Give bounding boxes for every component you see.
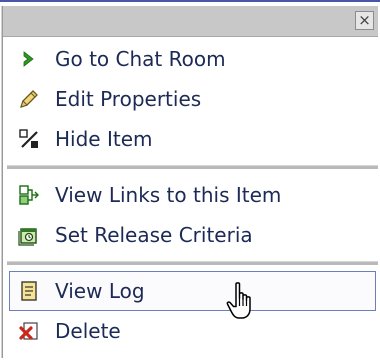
hide-icon [17, 127, 41, 151]
menu-item-hide-item[interactable]: Hide Item [3, 119, 378, 159]
menu-separator [7, 165, 378, 169]
chevron-right-icon [17, 47, 41, 71]
item-context-menu: × Go to Chat Room Edit Properties Hide I… [2, 6, 378, 358]
menu-item-go-to-chat-room[interactable]: Go to Chat Room [3, 39, 378, 79]
menu-item-delete[interactable]: Delete [3, 311, 378, 351]
menu-item-view-log[interactable]: View Log [9, 271, 376, 311]
menu-item-label: Go to Chat Room [55, 47, 226, 71]
menu-item-label: Delete [55, 319, 121, 343]
close-icon: × [358, 11, 371, 29]
links-icon [17, 183, 41, 207]
page-header-border [0, 0, 380, 2]
release-criteria-icon [17, 223, 41, 247]
log-icon [17, 279, 41, 303]
delete-icon [17, 319, 41, 343]
menu-separator [7, 261, 378, 265]
menu-item-edit-properties[interactable]: Edit Properties [3, 79, 378, 119]
menu-item-view-links[interactable]: View Links to this Item [3, 175, 378, 215]
pencil-icon [17, 87, 41, 111]
menu-item-label: Set Release Criteria [55, 223, 253, 247]
close-button[interactable]: × [355, 11, 374, 30]
screen: a × Go to Chat Room [0, 0, 380, 360]
hand-pointer-cursor-icon [226, 281, 260, 321]
menu-item-label: Hide Item [55, 127, 153, 151]
menu-item-label: View Log [55, 279, 145, 303]
menu-item-label: Edit Properties [55, 87, 202, 111]
menu-titlebar: × [3, 6, 378, 37]
menu-item-label: View Links to this Item [55, 183, 282, 207]
menu-item-set-release-criteria[interactable]: Set Release Criteria [3, 215, 378, 255]
